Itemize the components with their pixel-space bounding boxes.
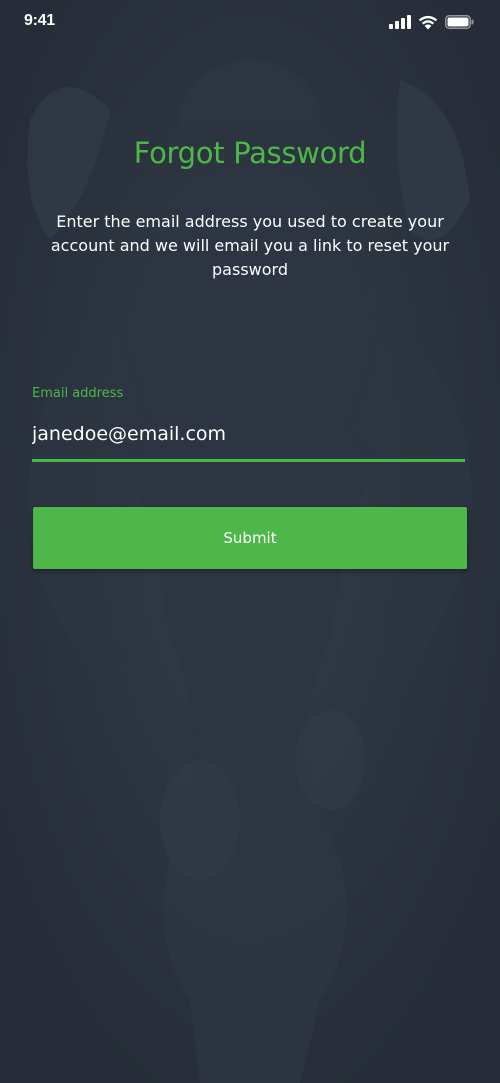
cellular-signal-icon bbox=[389, 15, 411, 29]
wifi-icon bbox=[418, 15, 438, 29]
submit-button[interactable]: Submit bbox=[33, 507, 467, 569]
status-icons bbox=[389, 14, 474, 30]
email-field[interactable] bbox=[32, 418, 465, 462]
instructions-text: Enter the email address you used to crea… bbox=[50, 212, 450, 279]
status-bar: 9:41 bbox=[0, 0, 500, 44]
battery-icon bbox=[445, 15, 474, 29]
forgot-password-screen: 9:41 Forgot Password Enter the email add… bbox=[0, 0, 500, 1083]
page-title: Forgot Password bbox=[133, 136, 367, 170]
status-time: 9:41 bbox=[24, 12, 55, 29]
email-field-label: Email address bbox=[32, 386, 124, 401]
